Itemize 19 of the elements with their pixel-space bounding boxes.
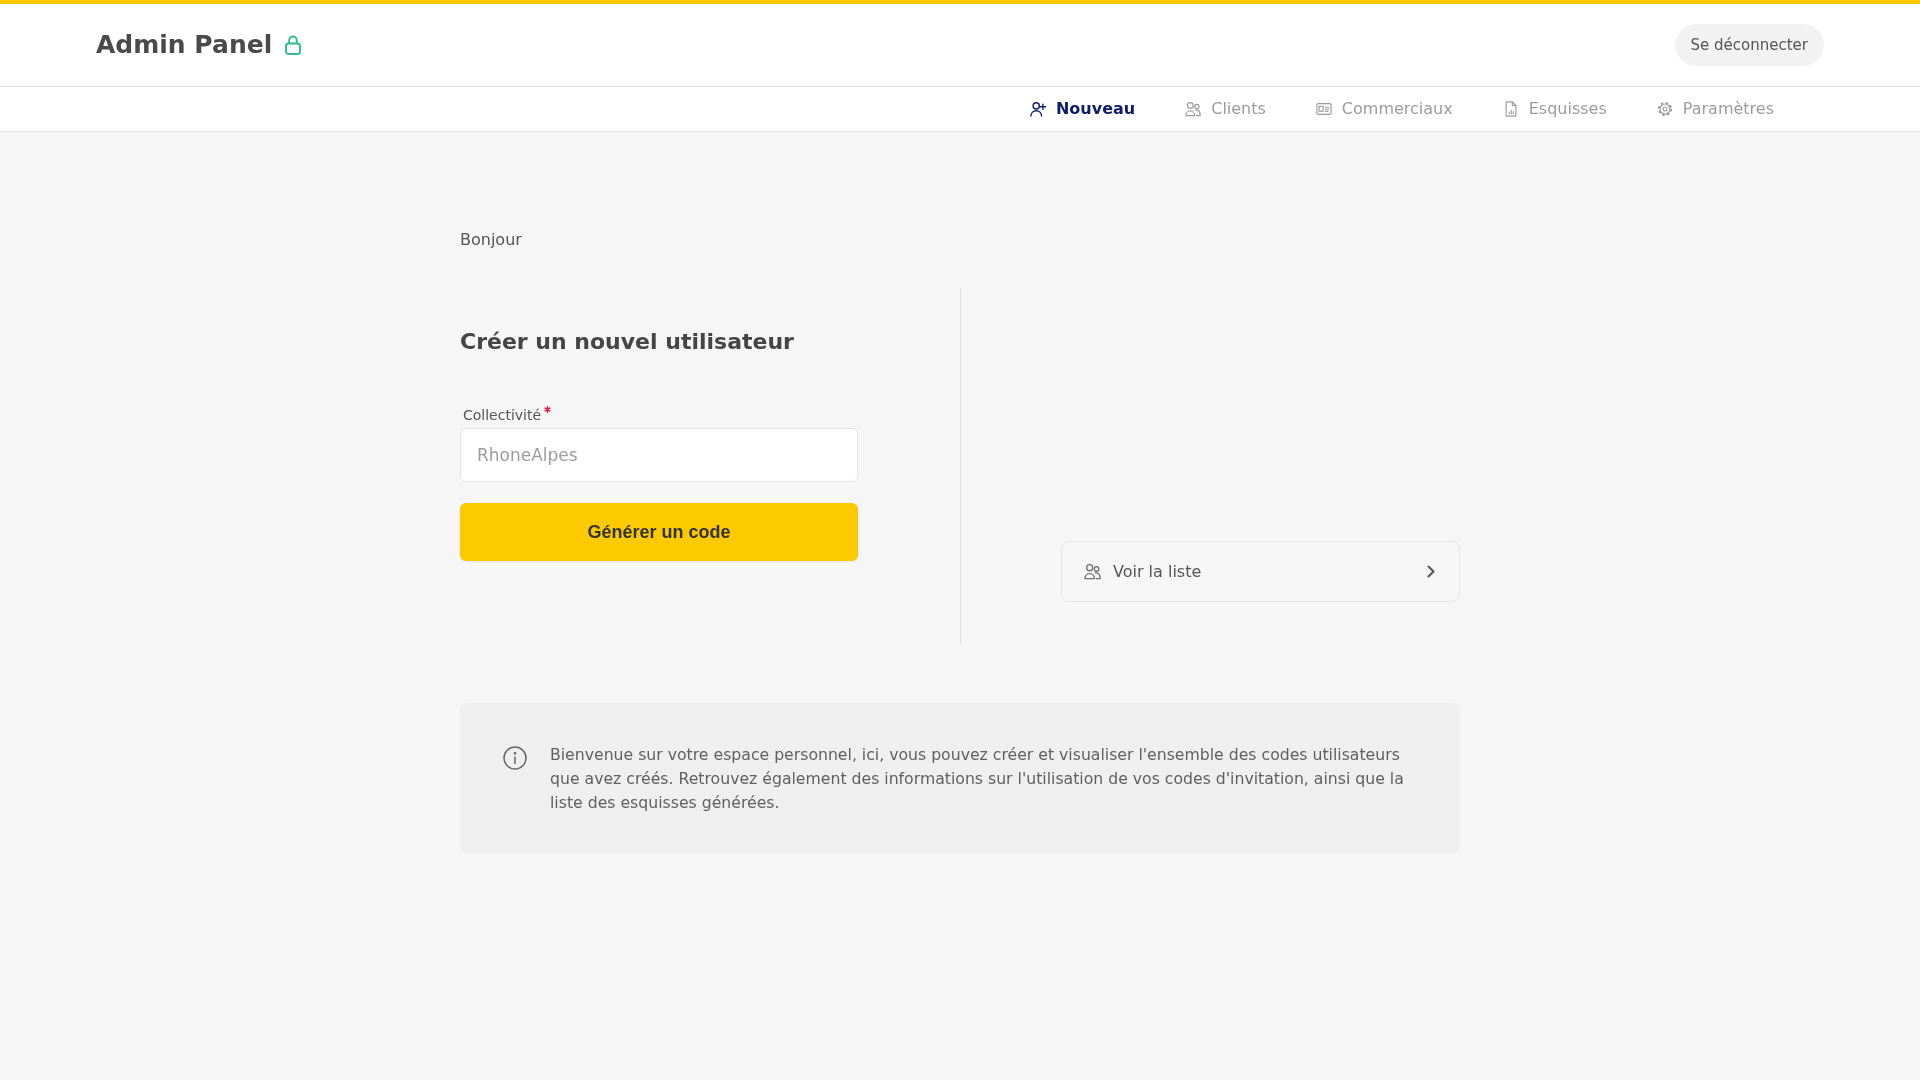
info-icon: [503, 746, 527, 770]
info-text: Bienvenue sur votre espace personnel, ici, vous pouvez créer et visualiser l'ensemble des codes utilisateurs que avez créés. Retrouvez également des informations sur l'utilisation de vos codes d'invitation, ainsi que la liste des esquisses générées.: [550, 744, 1405, 814]
users-icon: [1185, 101, 1202, 117]
generate-code-button[interactable]: Générer un code: [460, 503, 858, 561]
id-card-icon: [1315, 101, 1332, 117]
field-label: Collectivité: [463, 407, 542, 424]
app-title: Admin Panel: [96, 29, 273, 61]
chevron-right-icon: [1427, 565, 1435, 578]
padlock-icon: [285, 35, 302, 55]
view-list-button[interactable]: Voir la liste: [1061, 541, 1460, 602]
form-title: Créer un nouvel utilisateur: [460, 328, 795, 356]
document-chart-icon: [1502, 101, 1519, 117]
nav-tab[interactable]: Nouveau: [1029, 99, 1136, 119]
logout-button[interactable]: Se déconnecter: [1674, 24, 1824, 66]
user-plus-icon: [1029, 101, 1046, 117]
users-icon: [1084, 563, 1101, 580]
settings-icon: [1656, 101, 1673, 117]
input-field[interactable]: RhoneAlpes: [460, 428, 858, 482]
greeting-text: Bonjour: [460, 230, 522, 250]
